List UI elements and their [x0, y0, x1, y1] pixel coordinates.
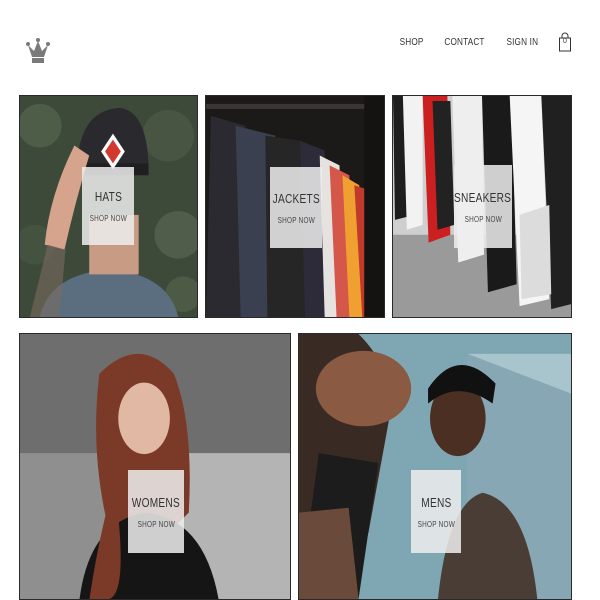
cart-count: 0 [563, 38, 567, 45]
category-title: MENS [420, 494, 452, 510]
jackets-label-box[interactable]: JACKETS SHOP NOW [270, 167, 322, 248]
shop-now-link[interactable]: SHOP NOW [417, 520, 454, 529]
womens-photo [20, 334, 290, 599]
category-tile-sneakers[interactable]: SNEAKERS SHOP NOW [392, 95, 572, 318]
nav-shop-link[interactable]: SHOP [400, 37, 424, 48]
cart-button[interactable]: 0 [558, 32, 572, 52]
category-title: JACKETS [272, 190, 320, 206]
category-tile-hats[interactable]: HATS SHOP NOW [19, 95, 198, 318]
shop-now-link[interactable]: SHOP NOW [89, 214, 126, 223]
crown-icon[interactable] [26, 31, 50, 65]
mens-photo [299, 334, 571, 599]
shop-now-link[interactable]: SHOP NOW [277, 216, 314, 225]
category-title: WOMENS [131, 494, 181, 510]
category-tile-womens[interactable]: WOMENS SHOP NOW [19, 333, 291, 600]
nav-sign-in-link[interactable]: SIGN IN [507, 37, 539, 48]
category-tile-mens[interactable]: MENS SHOP NOW [298, 333, 572, 600]
category-tile-jackets[interactable]: JACKETS SHOP NOW [205, 95, 385, 318]
sneakers-label-box[interactable]: SNEAKERS SHOP NOW [454, 165, 512, 248]
shop-now-link[interactable]: SHOP NOW [137, 520, 174, 529]
site-header: SHOP CONTACT SIGN IN 0 [0, 0, 600, 80]
category-title: HATS [94, 189, 122, 204]
hats-label-box[interactable]: HATS SHOP NOW [82, 167, 134, 245]
mens-label-box[interactable]: MENS SHOP NOW [411, 470, 461, 553]
nav-contact-link[interactable]: CONTACT [445, 37, 485, 48]
shop-now-link[interactable]: SHOP NOW [464, 215, 501, 224]
womens-label-box[interactable]: WOMENS SHOP NOW [128, 470, 184, 553]
main-nav: SHOP CONTACT SIGN IN 0 [397, 32, 572, 52]
category-title: SNEAKERS [454, 189, 512, 205]
